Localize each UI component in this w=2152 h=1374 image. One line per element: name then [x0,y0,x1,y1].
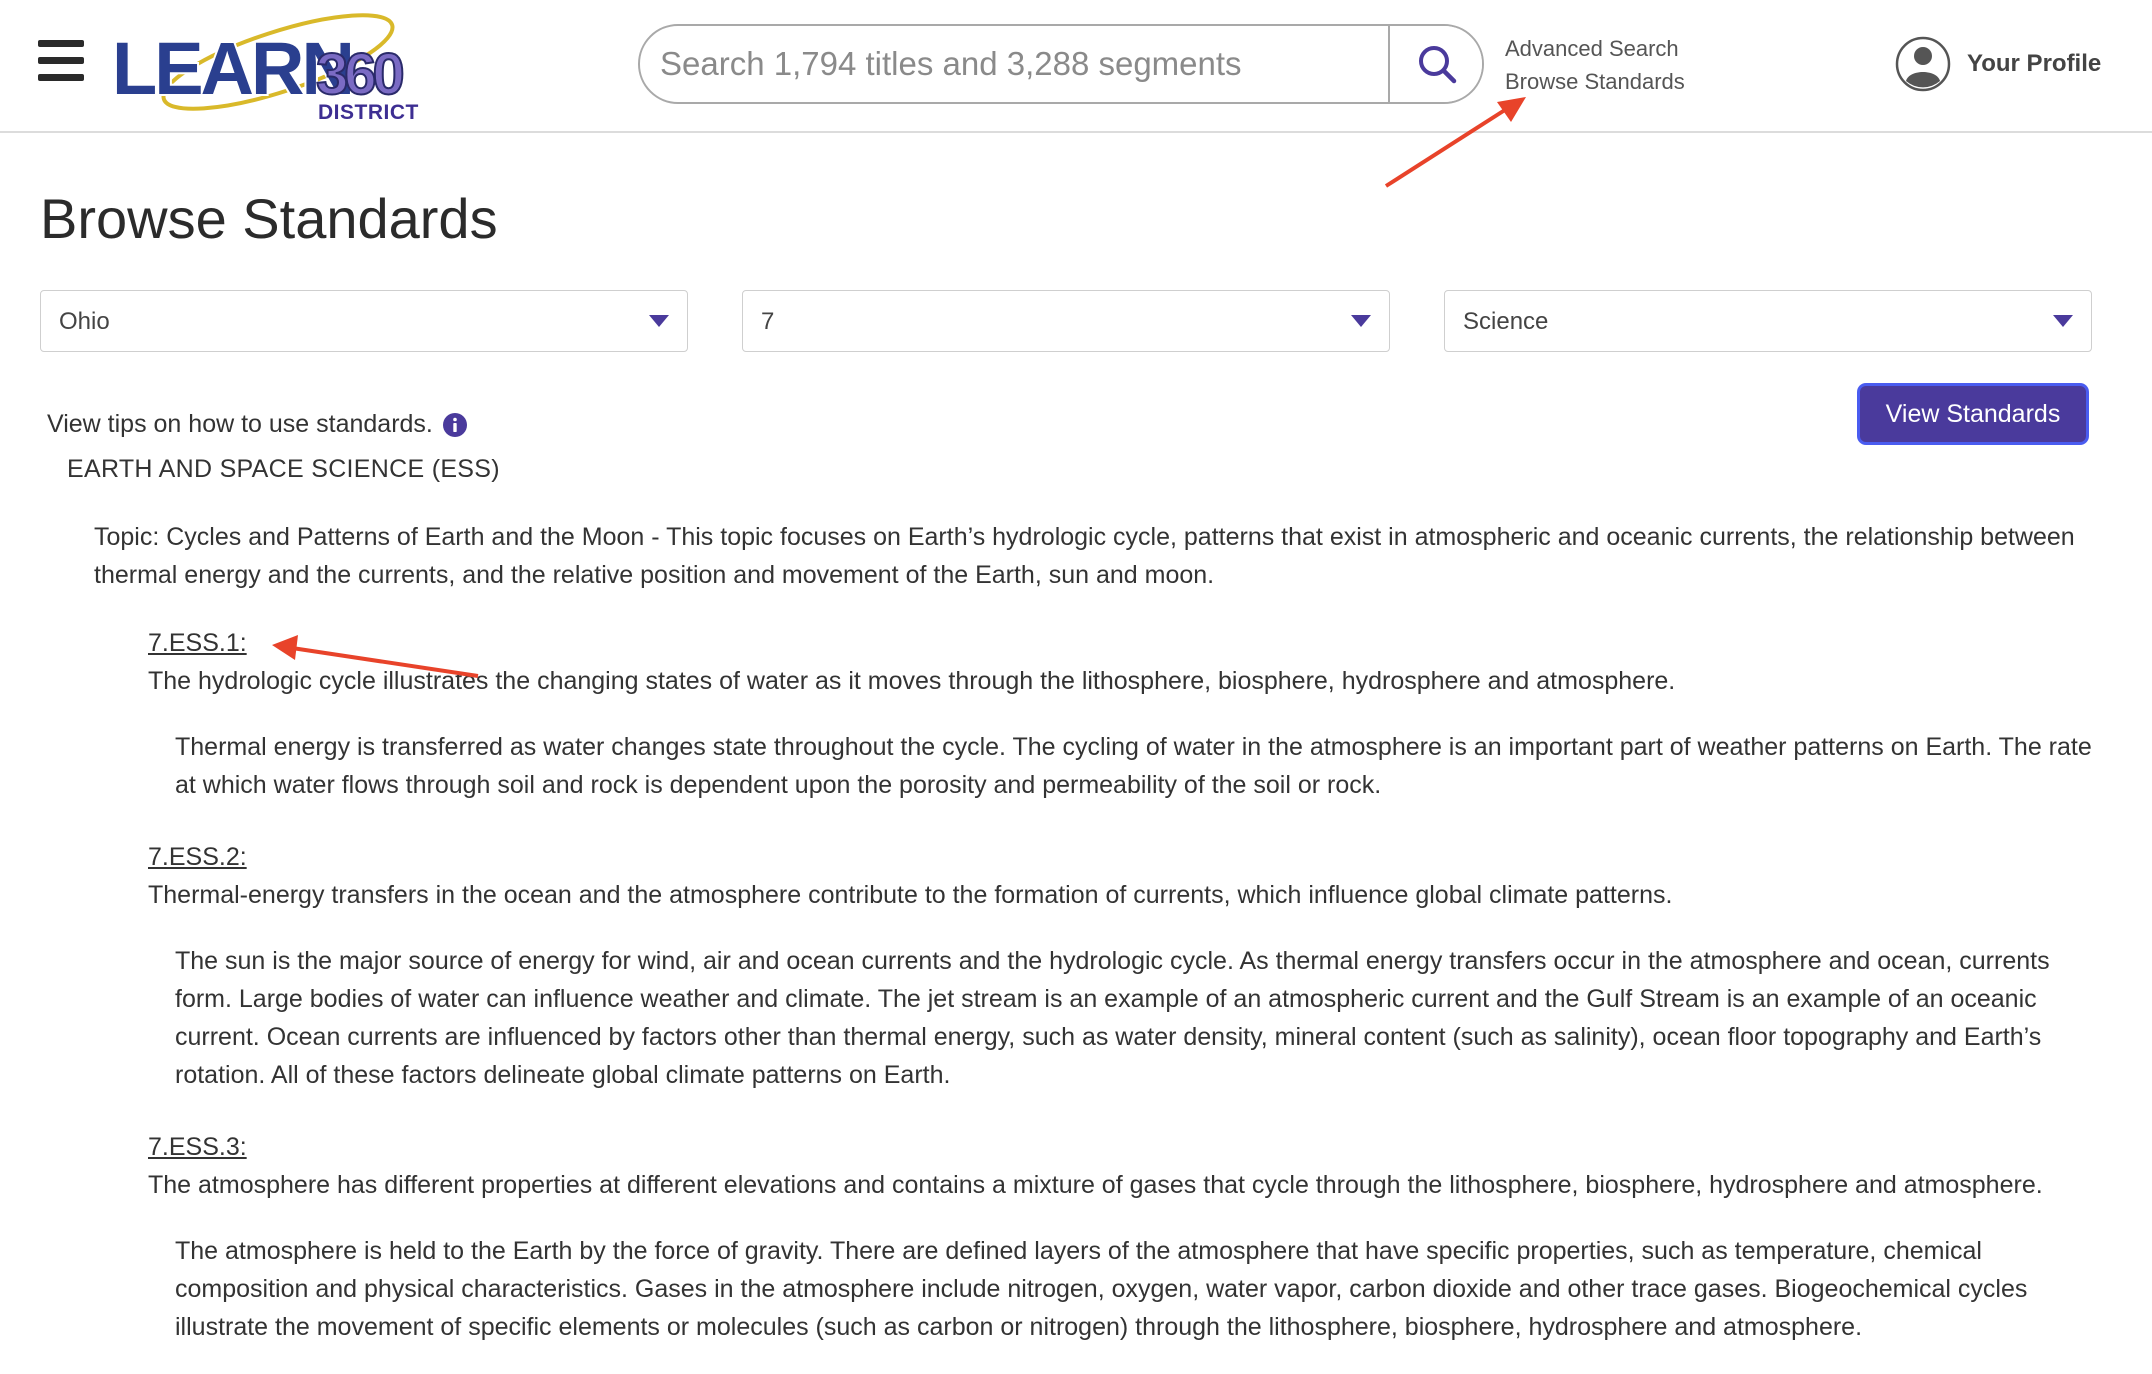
standard-detail: Thermal energy is transferred as water c… [175,733,2092,799]
view-standards-button[interactable]: View Standards [1860,386,2086,442]
svg-text:360: 360 [316,42,403,107]
standard-item: 7.ESS.2: Thermal-energy transfers in the… [148,838,2108,1094]
chevron-down-icon [649,315,669,327]
search-input[interactable] [640,26,1388,102]
grade-select[interactable]: 7 [742,290,1390,352]
standard-description: The hydrologic cycle illustrates the cha… [148,667,1676,695]
page-title: Browse Standards [40,187,498,250]
section-heading: EARTH AND SPACE SCIENCE (ESS) [67,455,500,483]
subject-select[interactable]: Science [1444,290,2092,352]
standard-code-link[interactable]: 7.ESS.2: [148,838,247,876]
standard-code-link[interactable]: 7.ESS.1: [148,624,247,662]
search-icon [1419,46,1457,84]
hamburger-menu-icon[interactable] [38,40,84,82]
state-select[interactable]: Ohio [40,290,688,352]
info-icon[interactable] [442,412,467,437]
logo-district-label: DISTRICT [318,101,419,124]
header-links: Advanced Search Browse Standards [1505,32,1685,98]
standard-description: Thermal-energy transfers in the ocean an… [148,881,1673,909]
search-bar [638,24,1484,104]
profile-label: Your Profile [1967,50,2102,77]
grade-select-value: 7 [761,308,775,335]
topic-description: Topic: Cycles and Patterns of Earth and … [94,523,2075,589]
chevron-down-icon [1351,315,1371,327]
browse-standards-link[interactable]: Browse Standards [1505,65,1685,98]
standard-description: The atmosphere has different properties … [148,1171,2043,1199]
standards-tips: View tips on how to use standards. [47,410,467,439]
top-header: LEARN 360 DISTRICT Advanced Search Brows… [0,0,2152,133]
chevron-down-icon [2053,315,2073,327]
profile-button[interactable]: Your Profile [1895,36,2101,92]
standard-code-link[interactable]: 7.ESS.3: [148,1128,247,1166]
standard-item: 7.ESS.3: The atmosphere has different pr… [148,1128,2108,1346]
subject-select-value: Science [1463,308,1549,335]
standard-detail: The sun is the major source of energy fo… [175,947,2050,1089]
standard-item: 7.ESS.1: The hydrologic cycle illustrate… [148,624,2108,804]
state-select-value: Ohio [59,308,110,335]
tips-text: View tips on how to use standards. [47,410,433,438]
standard-detail: The atmosphere is held to the Earth by t… [175,1237,2028,1341]
user-avatar-icon [1895,36,1951,92]
search-button[interactable] [1388,26,1482,102]
advanced-search-link[interactable]: Advanced Search [1505,32,1685,65]
